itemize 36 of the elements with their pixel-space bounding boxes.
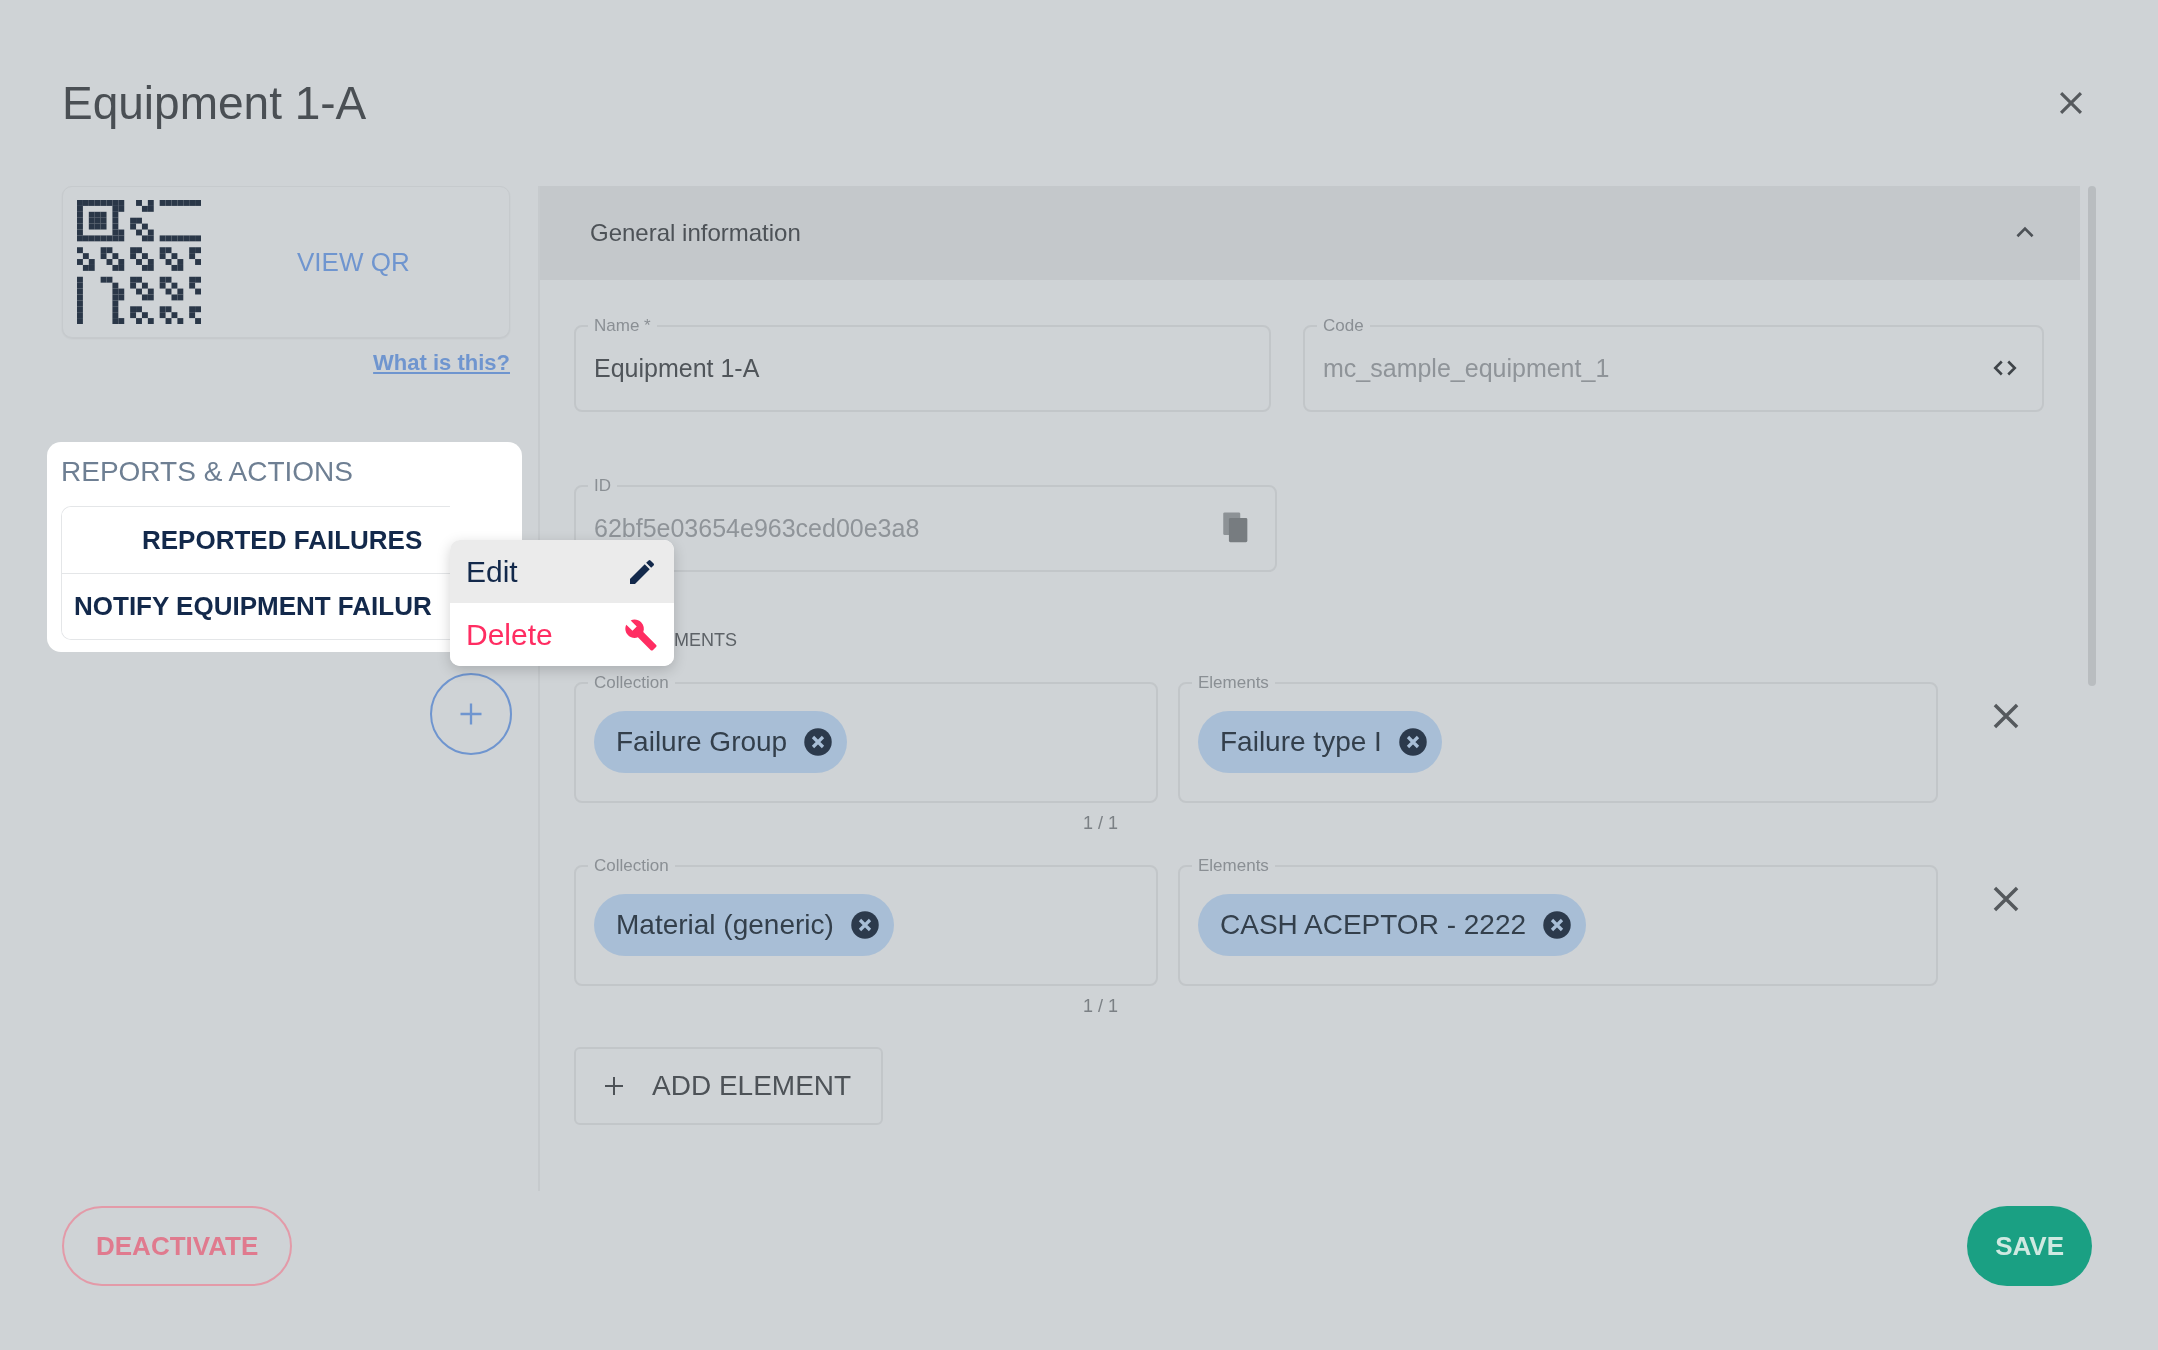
add-element-button[interactable]: ADD ELEMENT bbox=[574, 1047, 884, 1125]
elements-field[interactable]: Elements Failure type I bbox=[1178, 673, 1938, 803]
menu-item[interactable]: Delete bbox=[450, 603, 674, 666]
chip: Failure type I bbox=[1198, 711, 1442, 773]
text-field[interactable]: Name * Equipment 1-A bbox=[574, 316, 1271, 412]
collection-field[interactable]: Collection Material (generic) bbox=[574, 856, 1158, 986]
counter: 1 / 1 bbox=[1082, 813, 1118, 834]
field-label: Elements bbox=[1197, 856, 1270, 876]
remove-chip-icon[interactable] bbox=[1397, 727, 1428, 757]
report-action-item[interactable]: NOTIFY EQUIPMENT FAILUR bbox=[62, 573, 450, 639]
section-header[interactable]: General information bbox=[540, 186, 2080, 280]
chip: Failure Group bbox=[594, 711, 848, 773]
elements-field[interactable]: Elements CASH ACEPTOR - 2222 bbox=[1178, 856, 1938, 986]
section-title: REPORTS & ACTIONS bbox=[61, 456, 354, 488]
field-label: Name * bbox=[593, 316, 652, 336]
field-label: Elements bbox=[1197, 673, 1270, 693]
counter: 1 / 1 bbox=[1082, 996, 1118, 1017]
remove-chip-icon[interactable] bbox=[1542, 910, 1573, 940]
field-value: Equipment 1-A bbox=[594, 353, 760, 383]
collection-field[interactable]: Collection Failure Group bbox=[574, 673, 1158, 803]
menu-item[interactable]: Edit bbox=[450, 540, 674, 603]
wrench-icon bbox=[624, 617, 658, 652]
save-button[interactable]: SAVE bbox=[1967, 1206, 2092, 1286]
remove-chip-icon[interactable] bbox=[803, 727, 834, 757]
field-label: ID bbox=[593, 476, 612, 496]
field-label: Collection bbox=[593, 856, 670, 876]
plus-icon bbox=[602, 1074, 626, 1098]
field-label: Code bbox=[1322, 316, 1365, 336]
chip: CASH ACEPTOR - 2222 bbox=[1198, 894, 1587, 956]
field-value: 62bf5e03654e963ced00e3a8 bbox=[594, 513, 920, 543]
section-label: MENTS bbox=[674, 630, 738, 651]
remove-chip-icon[interactable] bbox=[849, 910, 880, 940]
chip: Material (generic) bbox=[594, 894, 894, 956]
dialog-title: Equipment 1-A bbox=[62, 76, 367, 130]
field-value: mc_sample_equipment_1 bbox=[1323, 353, 1610, 383]
field-label: Collection bbox=[593, 673, 670, 693]
